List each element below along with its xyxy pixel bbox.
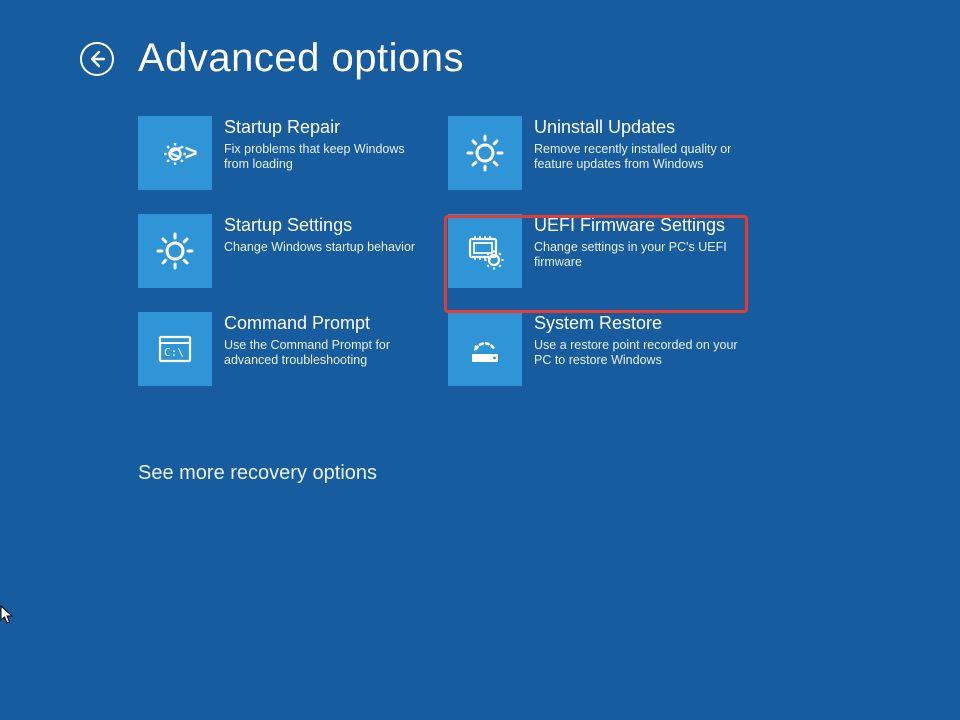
tile-uefi-firmware-settings[interactable]: UEFI Firmware Settings Change settings i…: [448, 214, 748, 288]
back-button[interactable]: [80, 42, 114, 76]
tile-text: System Restore Use a restore point recor…: [534, 312, 739, 369]
command-prompt-icon: C:\: [138, 312, 212, 386]
tile-text: UEFI Firmware Settings Change settings i…: [534, 214, 739, 271]
tile-text: Startup Repair Fix problems that keep Wi…: [224, 116, 429, 173]
tile-desc: Remove recently installed quality or fea…: [534, 142, 739, 173]
tile-title: UEFI Firmware Settings: [534, 216, 739, 236]
tile-title: Uninstall Updates: [534, 118, 739, 138]
svg-text:C:\: C:\: [164, 346, 184, 359]
tile-desc: Change settings in your PC's UEFI firmwa…: [534, 240, 739, 271]
system-restore-icon: [448, 312, 522, 386]
tile-desc: Use the Command Prompt for advanced trou…: [224, 338, 429, 369]
page-header: Advanced options: [80, 36, 464, 81]
tile-text: Uninstall Updates Remove recently instal…: [534, 116, 739, 173]
tile-title: System Restore: [534, 314, 739, 334]
back-arrow-icon: [87, 49, 107, 69]
tile-command-prompt[interactable]: C:\ Command Prompt Use the Command Promp…: [138, 312, 438, 386]
tile-desc: Change Windows startup behavior: [224, 240, 415, 256]
page-title: Advanced options: [138, 36, 464, 81]
svg-text:>: >: [185, 140, 198, 165]
tile-startup-repair[interactable]: < > Startup Repair Fix problems that kee…: [138, 116, 438, 190]
tile-title: Command Prompt: [224, 314, 429, 334]
uefi-firmware-icon: [448, 214, 522, 288]
tile-text: Command Prompt Use the Command Prompt fo…: [224, 312, 429, 369]
tile-text: Startup Settings Change Windows startup …: [224, 214, 415, 255]
tile-title: Startup Settings: [224, 216, 415, 236]
startup-repair-icon: < >: [138, 116, 212, 190]
tile-startup-settings[interactable]: Startup Settings Change Windows startup …: [138, 214, 438, 288]
startup-settings-icon: [138, 214, 212, 288]
options-grid: < > Startup Repair Fix problems that kee…: [138, 116, 748, 386]
uninstall-updates-icon: [448, 116, 522, 190]
tile-desc: Fix problems that keep Windows from load…: [224, 142, 429, 173]
tile-system-restore[interactable]: System Restore Use a restore point recor…: [448, 312, 748, 386]
mouse-cursor-icon: [0, 605, 16, 630]
see-more-recovery-options-link[interactable]: See more recovery options: [138, 462, 377, 485]
tile-uninstall-updates[interactable]: Uninstall Updates Remove recently instal…: [448, 116, 748, 190]
tile-desc: Use a restore point recorded on your PC …: [534, 338, 739, 369]
tile-title: Startup Repair: [224, 118, 429, 138]
